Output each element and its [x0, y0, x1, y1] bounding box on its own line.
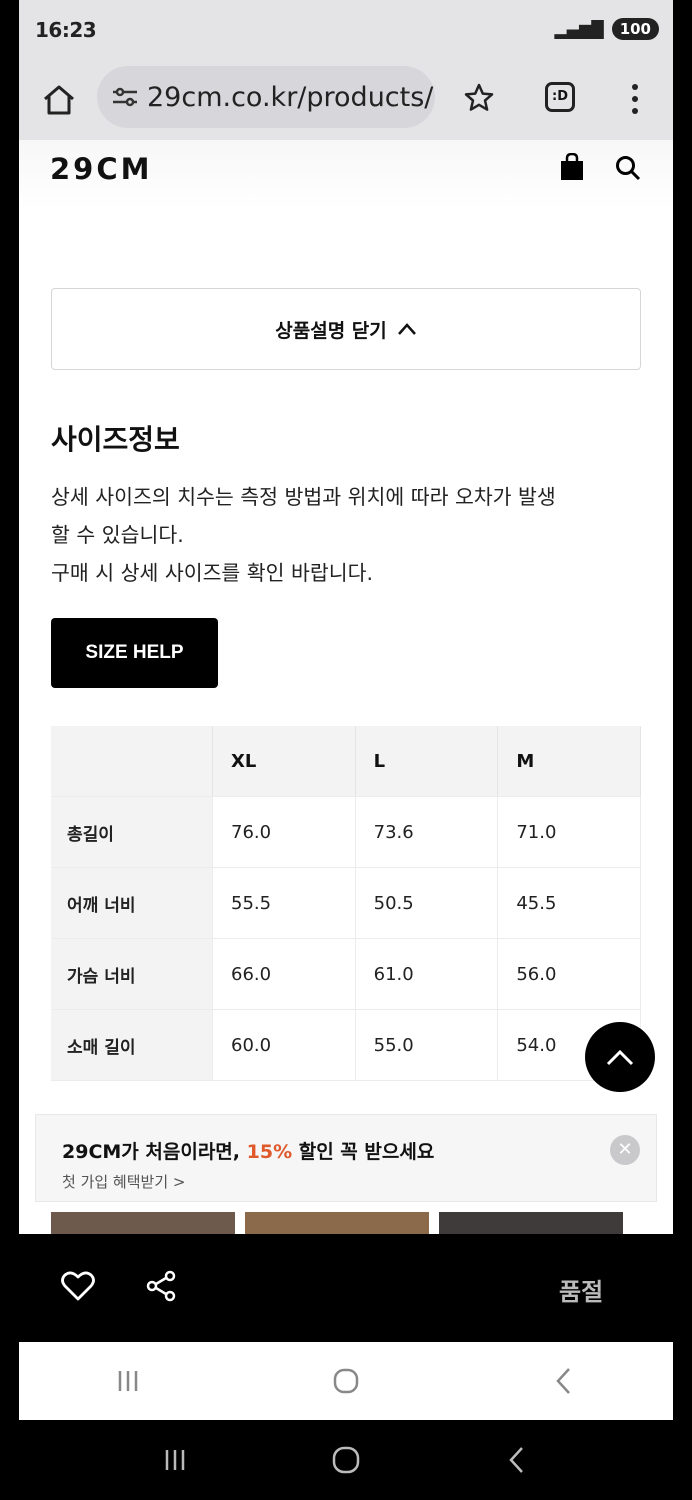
- extension-icon[interactable]: :D: [545, 82, 575, 112]
- home-circle-icon[interactable]: [326, 1361, 366, 1401]
- back-icon[interactable]: [497, 1440, 537, 1480]
- table-cell: 56.0: [497, 938, 641, 1010]
- status-time: 16:23: [35, 18, 97, 42]
- search-icon[interactable]: [615, 155, 641, 181]
- system-nav-bar: [0, 1420, 692, 1500]
- promo-discount: 15%: [246, 1141, 293, 1163]
- size-table-header: XL L M: [51, 726, 641, 797]
- size-desc-line-2: 할 수 있습니다.: [51, 523, 184, 547]
- close-description-label: 상품설명 닫기: [275, 319, 387, 342]
- size-info-description: 상세 사이즈의 치수는 측정 방법과 위치에 따라 오차가 발생 할 수 있습니…: [51, 478, 651, 592]
- url-text: 29cm.co.kr/products/: [147, 82, 434, 113]
- heart-icon[interactable]: [61, 1270, 95, 1302]
- size-desc-line-1: 상세 사이즈의 치수는 측정 방법과 위치에 따라 오차가 발생: [51, 485, 556, 509]
- table-cell: 55.0: [355, 1009, 499, 1081]
- table-cell: 76.0: [212, 796, 356, 868]
- bookmark-star-icon[interactable]: [463, 82, 495, 114]
- close-icon[interactable]: ✕: [610, 1135, 640, 1165]
- status-bar: 16:23 ▂▄▆█ 100: [19, 0, 673, 64]
- product-thumbnail[interactable]: [439, 1212, 623, 1234]
- chevron-up-icon: [606, 1049, 634, 1066]
- share-icon[interactable]: [145, 1270, 177, 1302]
- recent-apps-icon[interactable]: [155, 1440, 195, 1480]
- table-cell: 71.0: [497, 796, 641, 868]
- table-cell: 55.5: [212, 867, 356, 939]
- scroll-to-top-button[interactable]: [585, 1022, 655, 1092]
- browser-nav-bar: [19, 1342, 673, 1420]
- table-cell: 45.5: [497, 867, 641, 939]
- phone-screen: 16:23 ▂▄▆█ 100 29cm.co.kr/products/ :D 2…: [19, 0, 673, 1420]
- signup-promo-banner[interactable]: 29CM가 처음이라면, 15% 할인 꼭 받으세요 첫 가입 혜택받기 > ✕: [35, 1114, 657, 1202]
- product-thumbnail[interactable]: [51, 1212, 235, 1234]
- size-help-button[interactable]: SIZE HELP: [51, 618, 218, 688]
- purchase-bar: 품절: [19, 1234, 673, 1342]
- table-corner-cell: [51, 726, 213, 797]
- column-header: M: [497, 726, 641, 797]
- table-cell: 60.0: [212, 1009, 356, 1081]
- column-header: XL: [212, 726, 356, 797]
- row-label: 가슴 너비: [51, 938, 213, 1010]
- shopping-bag-icon[interactable]: [560, 153, 584, 181]
- more-menu-icon[interactable]: [625, 82, 645, 116]
- chevron-up-icon: [397, 323, 416, 335]
- table-cell: 73.6: [355, 796, 499, 868]
- row-label: 소매 길이: [51, 1009, 213, 1081]
- battery-indicator: 100: [611, 18, 659, 40]
- promo-message: 29CM가 처음이라면, 15% 할인 꼭 받으세요: [62, 1137, 434, 1164]
- product-thumbnail[interactable]: [245, 1212, 429, 1234]
- table-row: 어깨 너비 55.5 50.5 45.5: [51, 867, 641, 939]
- home-icon[interactable]: [41, 82, 77, 118]
- row-label: 총길이: [51, 796, 213, 868]
- promo-message-start: 29CM가 처음이라면,: [62, 1141, 247, 1163]
- size-info-title: 사이즈정보: [51, 423, 180, 456]
- home-circle-icon[interactable]: [326, 1440, 366, 1480]
- size-table: XL L M 총길이 76.0 73.6 71.0 어깨 너비 55.5 50.…: [51, 726, 641, 1081]
- table-cell: 66.0: [212, 938, 356, 1010]
- recommended-thumbnails: [51, 1212, 673, 1234]
- row-label: 어깨 너비: [51, 867, 213, 939]
- table-row: 소매 길이 60.0 55.0 54.0: [51, 1009, 641, 1081]
- site-header: 29CM: [19, 140, 673, 210]
- table-row: 가슴 너비 66.0 61.0 56.0: [51, 938, 641, 1010]
- size-desc-line-3: 구매 시 상세 사이즈를 확인 바랍니다.: [51, 561, 373, 585]
- back-icon[interactable]: [544, 1361, 584, 1401]
- site-settings-icon[interactable]: [111, 84, 139, 110]
- promo-message-end: 할인 꼭 받으세요: [292, 1141, 435, 1163]
- sold-out-label: 품절: [559, 1278, 604, 1306]
- status-icons: ▂▄▆█ 100: [554, 18, 659, 40]
- browser-toolbar: 29cm.co.kr/products/ :D: [19, 64, 673, 140]
- column-header: L: [355, 726, 499, 797]
- promo-link[interactable]: 첫 가입 혜택받기 >: [62, 1171, 185, 1192]
- table-cell: 61.0: [355, 938, 499, 1010]
- table-cell: 50.5: [355, 867, 499, 939]
- table-row: 총길이 76.0 73.6 71.0: [51, 796, 641, 868]
- close-description-button[interactable]: 상품설명 닫기: [51, 288, 641, 370]
- recent-apps-icon[interactable]: [108, 1361, 148, 1401]
- logo[interactable]: 29CM: [50, 152, 153, 186]
- address-bar[interactable]: 29cm.co.kr/products/: [97, 66, 435, 128]
- signal-icon: ▂▄▆█: [554, 19, 604, 39]
